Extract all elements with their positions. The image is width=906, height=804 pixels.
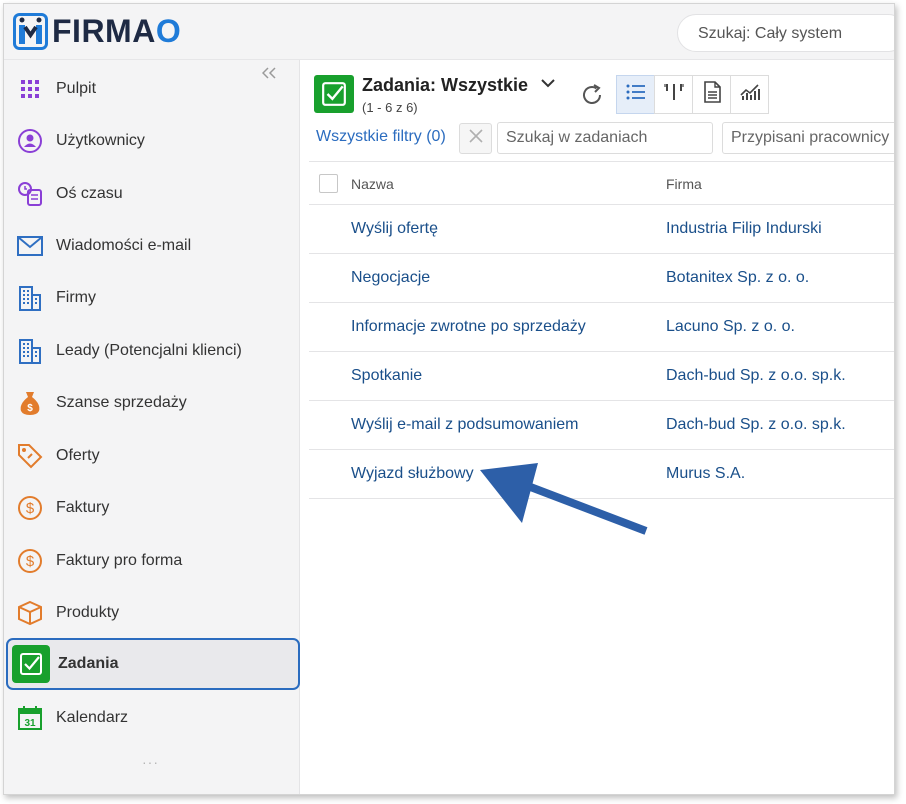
column-header-firm[interactable]: Firma (666, 176, 702, 192)
calendar-icon: 31 (16, 704, 44, 732)
logo-mark-icon (13, 13, 48, 50)
sidebar-item-wiadomosci[interactable]: Wiadomości e-mail (4, 220, 300, 272)
sidebar-item-label: Szanse sprzedaży (56, 394, 187, 411)
money-bag-icon: $ (16, 389, 44, 417)
table-row[interactable]: Wyślij e-mail z podsumowaniem Dach-bud S… (309, 401, 894, 450)
firm-link[interactable]: Dach-bud Sp. z o.o. sp.k. (666, 416, 846, 434)
sidebar-item-faktury-pro-forma[interactable]: $ Faktury pro forma (4, 535, 300, 587)
dollar-coin-icon: $ (16, 494, 44, 522)
record-count: (1 - 6 z 6) (362, 100, 418, 115)
task-check-icon (12, 645, 50, 683)
sidebar-item-label: Produkty (56, 604, 120, 621)
all-filters-link[interactable]: Wszystkie filtry (0) (316, 128, 446, 146)
mail-icon (16, 232, 44, 260)
sidebar-item-faktury[interactable]: $ Faktury (4, 482, 300, 534)
sidebar-item-pulpit[interactable]: Pulpit (4, 63, 300, 115)
clear-filters-button[interactable] (459, 123, 492, 154)
firm-link[interactable]: Botanitex Sp. z o. o. (666, 269, 809, 287)
sidebar-item-szanse[interactable]: $ Szanse sprzedaży (4, 377, 300, 429)
tag-icon (16, 442, 44, 470)
task-check-icon (314, 75, 354, 113)
calendar-day-number: 31 (24, 718, 36, 729)
sidebar-more[interactable]: ··· (142, 754, 159, 770)
firm-link[interactable]: Dach-bud Sp. z o.o. sp.k. (666, 367, 846, 385)
sidebar-item-leady[interactable]: Leady (Potencjalni klienci) (4, 325, 300, 377)
sidebar-item-produkty[interactable]: Produkty (4, 587, 300, 639)
table-header: Nazwa Firma (309, 161, 894, 205)
sidebar-item-zadania[interactable]: Zadania (6, 638, 300, 690)
sidebar-item-label: Użytkownicy (56, 132, 145, 149)
list-view-button[interactable] (616, 75, 655, 114)
chart-view-button[interactable] (730, 75, 769, 114)
logo-text: FIRMAO (52, 13, 181, 50)
task-name-link[interactable]: Wyślij e-mail z podsumowaniem (351, 416, 578, 434)
refresh-icon[interactable] (580, 83, 604, 107)
logo-text-accent: O (155, 13, 182, 49)
table-row[interactable]: Spotkanie Dach-bud Sp. z o.o. sp.k. (309, 352, 894, 401)
sidebar-item-label: Faktury (56, 499, 110, 516)
assigned-employees-select[interactable]: Przypisani pracownicy (722, 122, 894, 154)
firm-link[interactable]: Industria Filip Indurski (666, 220, 822, 238)
building-icon (16, 337, 44, 365)
task-search-input[interactable]: Szukaj w zadaniach (497, 122, 713, 154)
close-icon (468, 128, 484, 149)
sidebar-item-kalendarz[interactable]: 31 Kalendarz (4, 692, 300, 744)
app-window: FIRMAO Szukaj: Cały system Pulpit Użytko… (3, 3, 895, 795)
sidebar-item-label: Firmy (56, 289, 96, 306)
task-name-link[interactable]: Negocjacje (351, 269, 430, 287)
sidebar-item-label: Faktury pro forma (56, 552, 183, 569)
page-title[interactable]: Zadania: Wszystkie (362, 75, 528, 96)
sidebar-item-firmy[interactable]: Firmy (4, 272, 300, 324)
sidebar-item-label: Oś czasu (56, 185, 123, 202)
task-name-link[interactable]: Wyślij ofertę (351, 220, 438, 238)
kanban-view-button[interactable] (654, 75, 693, 114)
dollar-coin-icon: $ (16, 547, 44, 575)
building-icon (16, 284, 44, 312)
kanban-icon (663, 83, 684, 106)
firm-link[interactable]: Lacuno Sp. z o. o. (666, 318, 795, 336)
sidebar-item-label: Pulpit (56, 80, 97, 97)
logo-text-main: FIRMA (52, 13, 156, 49)
global-search-input[interactable]: Szukaj: Cały system (677, 14, 894, 52)
sidebar-item-label: Leady (Potencjalni klienci) (56, 342, 242, 359)
svg-text:$: $ (27, 403, 33, 414)
tasks-table: Nazwa Firma Wyślij ofertę Industria Fili… (309, 161, 894, 499)
logo[interactable]: FIRMAO (13, 13, 181, 50)
top-bar: FIRMAO Szukaj: Cały system (4, 4, 894, 60)
box-icon (16, 599, 44, 627)
timeline-icon (16, 180, 44, 208)
table-row[interactable]: Wyślij ofertę Industria Filip Indurski (309, 205, 894, 254)
firm-link[interactable]: Murus S.A. (666, 465, 745, 483)
sidebar-item-uzytkownicy[interactable]: Użytkownicy (4, 115, 300, 167)
sidebar-item-label: Wiadomości e-mail (56, 237, 192, 254)
column-header-name[interactable]: Nazwa (351, 176, 394, 192)
users-icon (16, 127, 44, 155)
task-name-link[interactable]: Informacje zwrotne po sprzedaży (351, 318, 586, 336)
svg-text:$: $ (26, 500, 35, 517)
table-row[interactable]: Negocjacje Botanitex Sp. z o. o. (309, 254, 894, 303)
sidebar-item-os-czasu[interactable]: Oś czasu (4, 168, 300, 220)
main-content: Zadania: Wszystkie (1 - 6 z 6) Wszystkie… (309, 60, 894, 794)
annotation-arrow-icon (480, 463, 648, 535)
sidebar-item-label: Zadania (58, 655, 119, 672)
sidebar-item-label: Oferty (56, 447, 100, 464)
list-icon (626, 83, 646, 106)
sidebar-item-label: Kalendarz (56, 709, 129, 726)
select-all-checkbox[interactable] (319, 174, 338, 193)
grid-icon (16, 75, 44, 103)
chart-icon (739, 83, 760, 106)
task-name-link[interactable]: Spotkanie (351, 367, 422, 385)
table-row[interactable]: Informacje zwrotne po sprzedaży Lacuno S… (309, 303, 894, 352)
document-icon (703, 81, 721, 108)
task-name-link[interactable]: Wyjazd służbowy (351, 465, 474, 483)
sidebar: Pulpit Użytkownicy Oś czasu Wiadomości e… (4, 60, 300, 794)
report-view-button[interactable] (692, 75, 731, 114)
sidebar-item-oferty[interactable]: Oferty (4, 430, 300, 482)
svg-text:$: $ (26, 553, 35, 570)
chevron-down-icon[interactable] (540, 76, 556, 94)
